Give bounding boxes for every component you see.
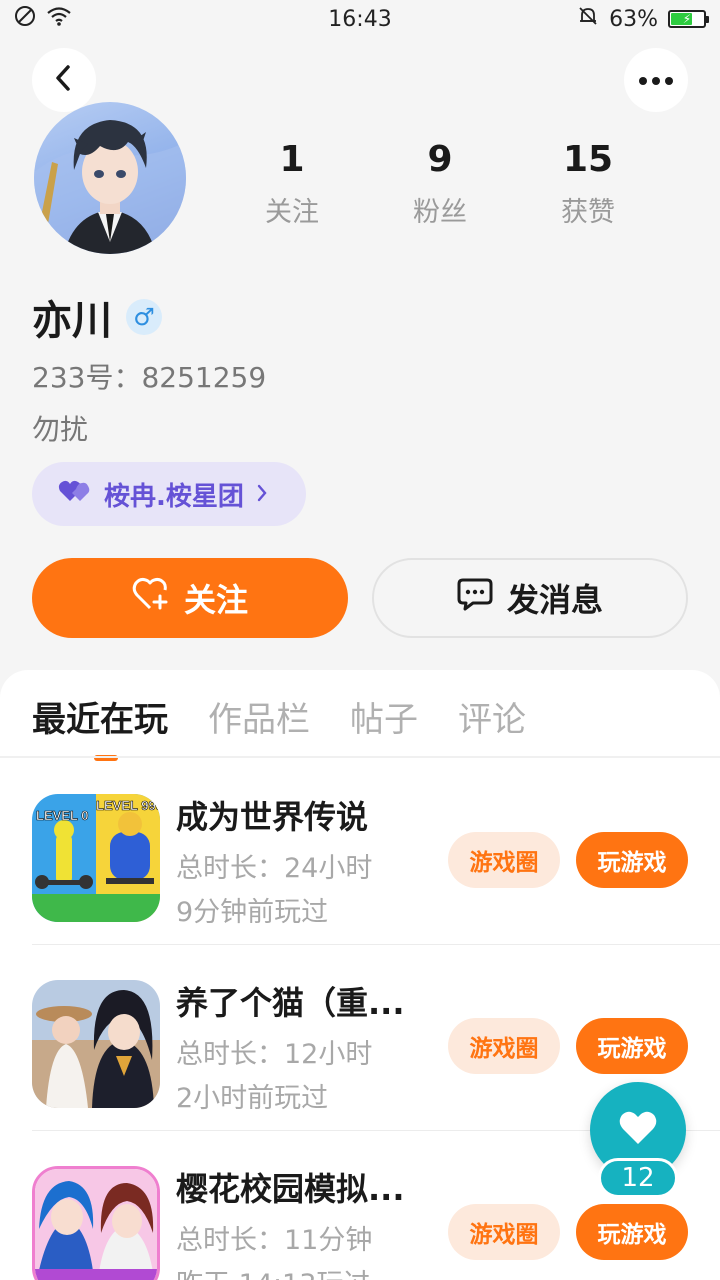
game-name: 樱花校园模拟... <box>176 1170 405 1208</box>
play-game-button[interactable]: 玩游戏 <box>576 1204 688 1260</box>
game-duration: 总时长：24小时 <box>176 853 373 884</box>
tab-recent-games[interactable]: 最近在玩 <box>32 692 168 761</box>
game-circle-button[interactable]: 游戏圈 <box>448 832 560 888</box>
more-dots-icon <box>638 71 674 90</box>
wifi-icon <box>46 5 72 33</box>
stat-label: 获赞 <box>561 197 615 228</box>
back-button[interactable] <box>32 48 96 112</box>
chat-bubble-icon <box>457 577 493 619</box>
game-row[interactable]: LEVEL 0 LEVEL 999 成为世界传说 总时长：24小时 9分钟前玩过… <box>0 758 720 944</box>
game-duration: 总时长：11分钟 <box>176 1225 373 1256</box>
status-time: 16:43 <box>328 6 392 32</box>
status-left-icons <box>14 5 72 33</box>
no-sim-icon <box>14 5 36 33</box>
game-icon[interactable] <box>32 980 160 1108</box>
chevron-left-icon <box>52 64 76 96</box>
tab-works[interactable]: 作品栏 <box>208 692 310 755</box>
stat-followers[interactable]: 9 粉丝 <box>366 138 514 229</box>
stat-label: 关注 <box>265 197 319 228</box>
heart-plus-icon <box>132 577 170 619</box>
avatar[interactable] <box>34 102 186 254</box>
game-circle-button[interactable]: 游戏圈 <box>448 1018 560 1074</box>
battery-icon: ⚡ <box>668 10 709 28</box>
status-bar: 16:43 63% ⚡ <box>0 0 720 38</box>
stat-following[interactable]: 1 关注 <box>218 138 366 229</box>
game-name: 养了个猫（重... <box>176 984 405 1022</box>
tab-label: 评论 <box>458 700 526 740</box>
user-bio: 勿扰 <box>32 413 89 446</box>
follow-button-label: 关注 <box>183 581 248 619</box>
tab-label: 最近在玩 <box>32 700 168 740</box>
game-icon[interactable] <box>32 1166 160 1280</box>
profile-stats: 1 关注 9 粉丝 15 获赞 <box>218 138 662 229</box>
mute-bell-icon <box>577 5 599 33</box>
user-id: 233号：8251259 <box>32 361 267 394</box>
stat-likes[interactable]: 15 获赞 <box>514 138 662 229</box>
like-count-badge: 12 <box>598 1158 678 1198</box>
play-game-button[interactable]: 玩游戏 <box>576 832 688 888</box>
battery-percent: 63% <box>609 6 658 32</box>
follow-button[interactable]: 关注 <box>32 558 348 638</box>
tab-posts[interactable]: 帖子 <box>350 692 418 755</box>
tab-comments[interactable]: 评论 <box>458 692 526 755</box>
club-tag-label: 桉冉.桉星团 <box>104 481 244 512</box>
tab-label: 作品栏 <box>208 700 310 740</box>
male-gender-icon: ♂ <box>126 299 162 335</box>
play-game-button[interactable]: 玩游戏 <box>576 1018 688 1074</box>
stat-label: 粉丝 <box>413 197 467 228</box>
status-right-icons: 63% ⚡ <box>577 5 709 33</box>
tab-label: 帖子 <box>350 700 418 740</box>
heart-icon <box>618 1110 658 1150</box>
recent-games-list: LEVEL 0 LEVEL 999 成为世界传说 总时长：24小时 9分钟前玩过… <box>0 758 720 1280</box>
chevron-right-icon <box>256 479 268 509</box>
charging-bolt-icon: ⚡ <box>682 12 692 26</box>
username-row: 亦川 ♂ <box>32 288 162 346</box>
game-circle-button[interactable]: 游戏圈 <box>448 1204 560 1260</box>
game-last-played: 9分钟前玩过 <box>176 897 329 928</box>
game-name: 成为世界传说 <box>176 798 369 836</box>
game-last-played: 2小时前玩过 <box>176 1083 329 1114</box>
game-icon[interactable]: LEVEL 0 LEVEL 999 <box>32 794 160 922</box>
more-button[interactable] <box>624 48 688 112</box>
svg-text:LEVEL 0: LEVEL 0 <box>36 808 89 823</box>
club-tag[interactable]: 桉冉.桉星团 <box>32 462 306 526</box>
stat-value: 1 <box>279 139 305 180</box>
username: 亦川 <box>32 298 112 344</box>
game-duration: 总时长：12小时 <box>176 1039 373 1070</box>
stat-value: 9 <box>427 139 453 180</box>
game-last-played: 昨天 14:13玩过 <box>176 1262 370 1280</box>
message-button[interactable]: 发消息 <box>372 558 688 638</box>
message-button-label: 发消息 <box>506 581 603 619</box>
tab-bar: 最近在玩 作品栏 帖子 评论 <box>32 692 526 761</box>
double-heart-icon <box>58 479 92 510</box>
stat-value: 15 <box>562 139 614 180</box>
svg-text:LEVEL 999: LEVEL 999 <box>96 798 160 813</box>
